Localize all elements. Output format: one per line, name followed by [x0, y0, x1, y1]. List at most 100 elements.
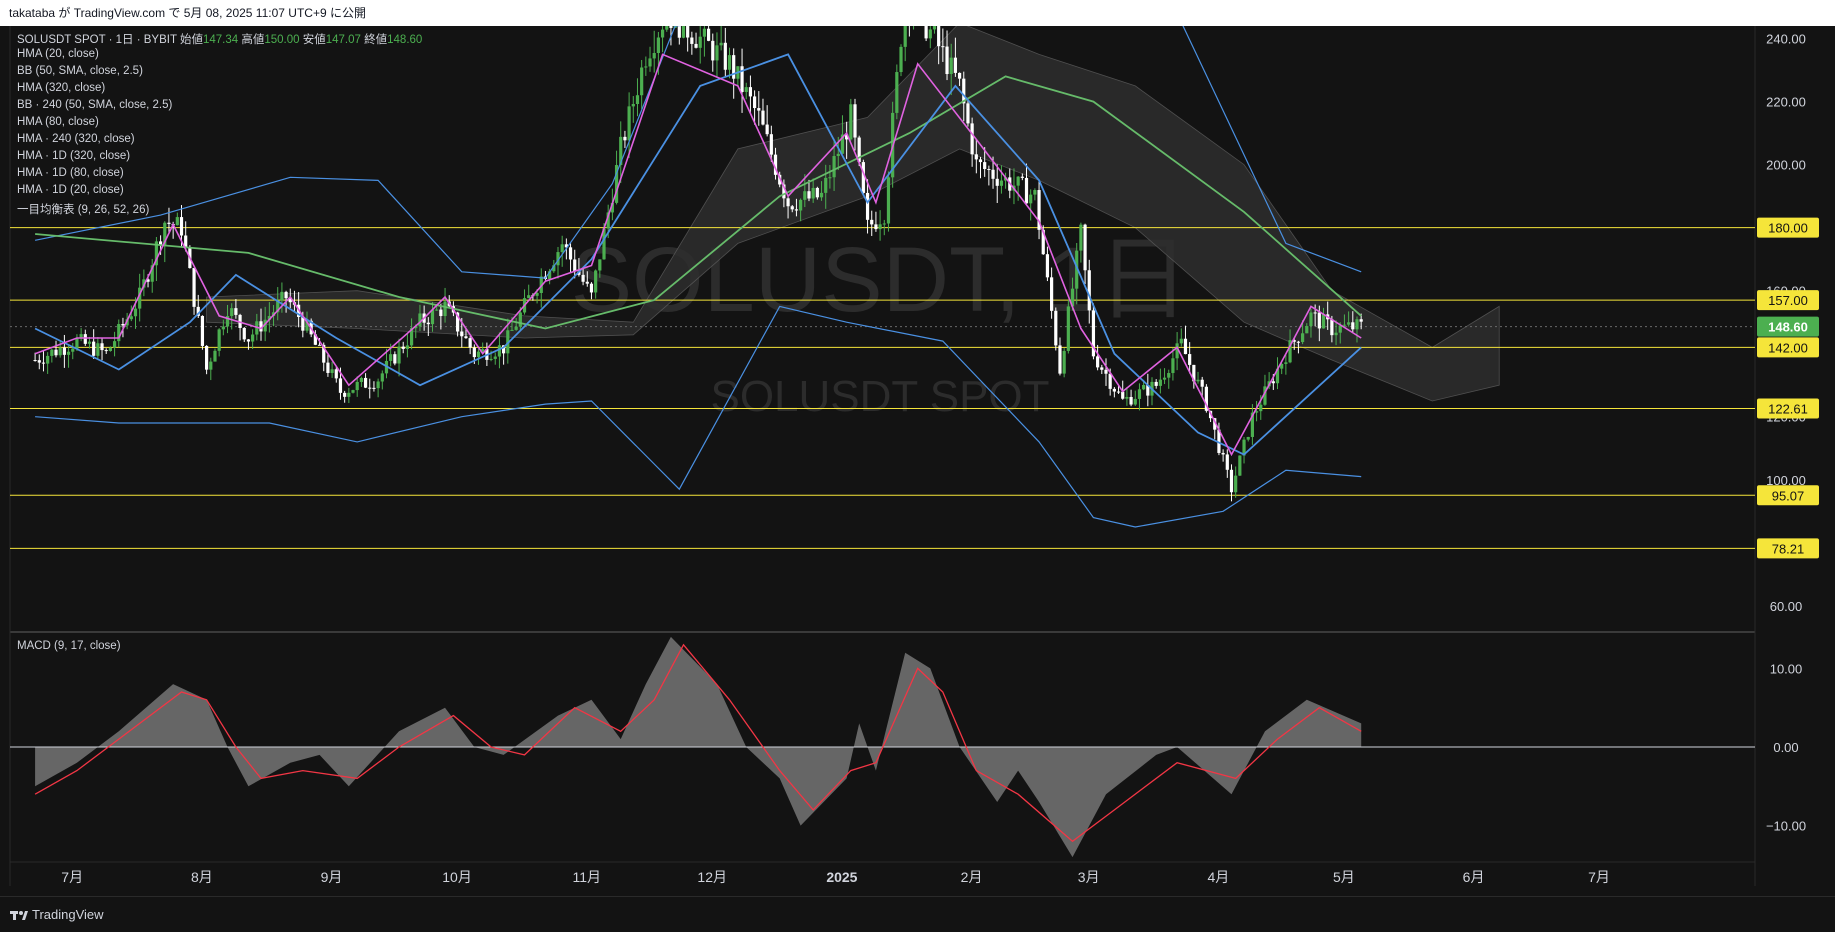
candle-body: [585, 281, 589, 284]
candle-body: [945, 46, 949, 75]
indicator-legend-item[interactable]: HMA (20, close): [17, 48, 99, 60]
candle-body: [209, 361, 213, 370]
watermark-subtitle: SOLUSDT SPOT: [710, 372, 1049, 421]
candle-body: [589, 283, 594, 293]
candle-body: [761, 110, 765, 125]
chart-canvas[interactable]: SOLUSDT, 1日SOLUSDT SPOT60.00100.00120.00…: [0, 26, 1835, 896]
candle-body: [753, 96, 757, 109]
indicator-legend-item[interactable]: 一目均衡表 (9, 26, 52, 26): [17, 201, 149, 217]
candle-body: [983, 162, 987, 170]
candle-body: [932, 26, 937, 30]
candle-body: [1342, 324, 1347, 326]
candle-body: [1246, 436, 1250, 440]
time-tick-label: 12月: [697, 869, 727, 885]
indicator-legend-item[interactable]: HMA · 1D (80, close): [17, 167, 124, 179]
indicator-legend-item[interactable]: HMA (320, close): [17, 82, 105, 94]
time-tick-label: 2月: [961, 869, 983, 885]
candle-body: [284, 291, 288, 299]
candle-body: [573, 259, 577, 272]
tradingview-logo[interactable]: TradingView: [10, 907, 104, 922]
candle-body: [376, 381, 380, 389]
candle-body: [865, 192, 870, 220]
candle-body: [560, 244, 564, 253]
candle-body: [1171, 358, 1175, 374]
candle-body: [372, 387, 376, 389]
candle-body: [535, 292, 539, 296]
time-tick-label: 10月: [442, 869, 472, 885]
indicator-legend-item[interactable]: HMA (80, close): [17, 116, 99, 128]
candle-body: [527, 295, 531, 299]
price-tick-label: 200.00: [1766, 158, 1806, 173]
candle-body: [347, 392, 351, 397]
candle-body: [635, 95, 640, 105]
candle-body: [100, 343, 104, 351]
candle-body: [953, 57, 957, 73]
candle-body: [1221, 452, 1225, 455]
indicator-legend-item[interactable]: HMA · 1D (20, close): [17, 184, 124, 196]
candle-body: [656, 37, 660, 53]
candle-body: [317, 344, 322, 346]
candle-body: [1309, 312, 1313, 327]
candle-body: [1087, 270, 1091, 311]
legend-symbol: SOLUSDT SPOT · 1日 · BYBIT: [17, 34, 177, 46]
candle-body: [1142, 385, 1146, 390]
indicator-legend-item[interactable]: BB · 240 (50, SMA, close, 2.5): [17, 99, 172, 111]
time-tick-label: 4月: [1207, 869, 1229, 885]
candle-body: [1045, 254, 1050, 278]
candle-body: [974, 154, 978, 160]
level-tag-label: 95.07: [1772, 488, 1805, 503]
candle-body: [343, 392, 347, 397]
candle-body: [397, 346, 401, 364]
candle-body: [1196, 379, 1200, 382]
candle-body: [1104, 369, 1108, 374]
candle-body: [1121, 391, 1125, 399]
candle-body: [790, 206, 794, 210]
candle-body: [1050, 277, 1054, 311]
indicator-legend-item[interactable]: HMA · 240 (320, close): [17, 133, 135, 145]
time-tick-label: 11月: [572, 869, 601, 885]
candle-body: [878, 224, 882, 230]
candle-body: [518, 312, 522, 327]
candle-body: [669, 26, 673, 28]
candle-body: [598, 259, 602, 271]
candle-body: [33, 360, 37, 362]
candle-body: [568, 247, 573, 260]
candle-body: [380, 373, 384, 382]
time-tick-label: 6月: [1463, 869, 1485, 885]
candle-body: [794, 209, 799, 211]
candle-body: [96, 343, 100, 356]
candle-body: [71, 348, 75, 352]
candle-body: [1271, 381, 1275, 384]
candle-body: [644, 66, 648, 68]
candle-body: [819, 192, 824, 198]
price-tick-label: 60.00: [1770, 599, 1803, 614]
level-tag-label: 180.00: [1768, 221, 1808, 236]
candle-body: [230, 308, 234, 317]
candle-body: [1133, 398, 1137, 405]
candle-body: [765, 124, 769, 135]
candle-body: [1229, 469, 1234, 493]
legend-symbol-line: SOLUSDT SPOT · 1日 · BYBIT 始値147.34 高値150…: [17, 31, 422, 47]
candle-body: [769, 134, 773, 155]
candle-body: [1183, 338, 1188, 355]
candle-body: [112, 341, 117, 348]
candle-body: [1234, 475, 1238, 493]
candle-body: [1096, 356, 1100, 368]
candle-body: [727, 55, 732, 70]
candle-body: [401, 346, 405, 349]
candle-body: [330, 369, 334, 373]
candle-body: [54, 349, 58, 356]
candle-body: [832, 156, 836, 178]
candle-body: [351, 390, 355, 393]
candle-body: [497, 345, 502, 357]
candle-body: [937, 26, 941, 47]
candle-body: [957, 72, 962, 79]
candle-body: [1112, 388, 1116, 392]
candle-body: [75, 337, 79, 349]
candle-body: [594, 270, 598, 293]
indicator-legend-item[interactable]: BB (50, SMA, close, 2.5): [17, 65, 143, 77]
candle-body: [1355, 319, 1359, 330]
candle-body: [242, 327, 246, 340]
indicator-legend-item[interactable]: HMA · 1D (320, close): [17, 150, 130, 162]
macd-tick-label: −10.00: [1766, 819, 1806, 834]
